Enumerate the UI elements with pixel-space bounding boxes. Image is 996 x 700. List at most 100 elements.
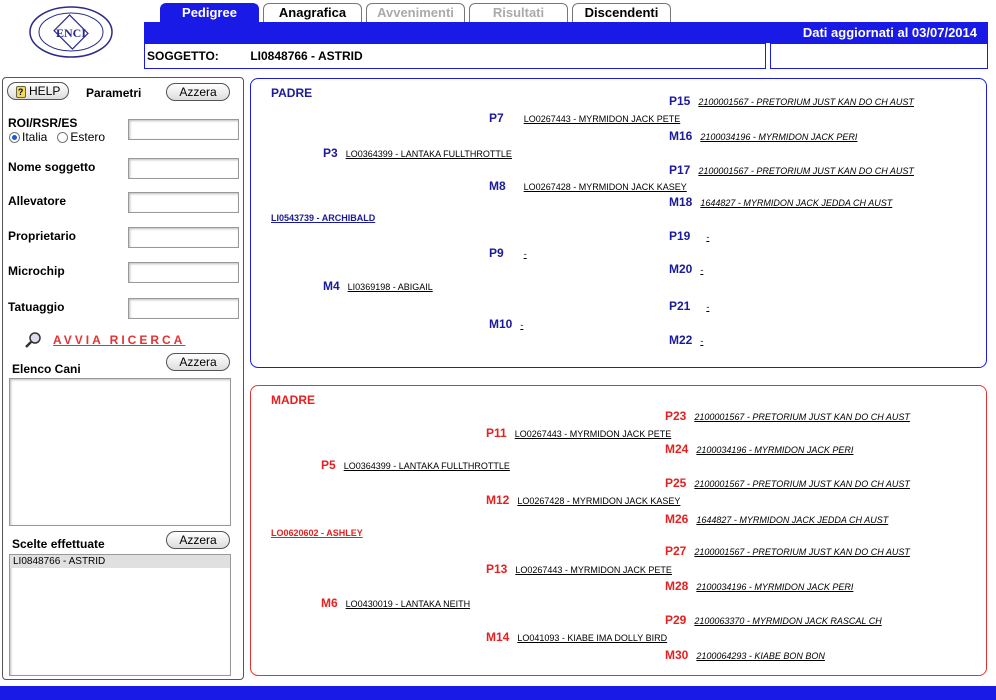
- dog-link-m24[interactable]: 2100034196 - MYRMIDON JACK PERI: [696, 445, 853, 455]
- tab-bar: Pedigree Anagrafica Avvenimenti Risultat…: [160, 3, 671, 22]
- subject-extra-box: [770, 43, 988, 69]
- code-p25: P25: [665, 476, 687, 490]
- dog-link-p3[interactable]: LO0364399 - LANTAKA FULLTHROTTLE: [346, 149, 512, 159]
- allevatore-input[interactable]: [128, 192, 239, 213]
- padre-panel: PADRE LI0543739 - ARCHIBALD P3 LO0364399 …: [250, 78, 987, 368]
- azzera-scelte-button[interactable]: Azzera: [166, 531, 230, 549]
- dog-link-p17[interactable]: 2100001567 - PRETORIUM JUST KAN DO CH AU…: [698, 166, 914, 176]
- microchip-input[interactable]: [128, 262, 239, 283]
- dog-link-m28[interactable]: 2100034196 - MYRMIDON JACK PERI: [696, 582, 853, 592]
- dog-link-m22[interactable]: -: [700, 336, 703, 346]
- code-p3: P3: [323, 146, 338, 160]
- enci-logo: ENCI: [28, 4, 114, 60]
- elenco-cani-list[interactable]: [9, 378, 231, 526]
- dog-link-p11[interactable]: LO0267443 - MYRMIDON JACK PETE: [515, 429, 672, 439]
- code-m14: M14: [486, 630, 510, 644]
- nome-soggetto-label: Nome soggetto: [8, 160, 96, 174]
- help-button[interactable]: ? HELP: [7, 82, 69, 100]
- dog-link-p21[interactable]: -: [706, 302, 709, 312]
- code-m12: M12: [486, 493, 510, 507]
- code-p19: P19: [669, 229, 691, 243]
- tatuaggio-input[interactable]: [128, 298, 239, 319]
- avvia-ricerca-link[interactable]: AVVIA RICERCA: [53, 333, 185, 347]
- madre-panel: MADRE LO0620602 - ASHLEY P5 LO0364399 - L…: [250, 385, 987, 676]
- code-p5: P5: [321, 458, 336, 472]
- tab-pedigree[interactable]: Pedigree: [160, 3, 259, 22]
- code-p17: P17: [669, 163, 691, 177]
- dog-link-p25[interactable]: 2100001567 - PRETORIUM JUST KAN DO CH AU…: [694, 479, 910, 489]
- madre-title: MADRE: [271, 393, 315, 407]
- padre-root-link[interactable]: LI0543739 - ARCHIBALD: [271, 213, 375, 223]
- dog-link-p13[interactable]: LO0267443 - MYRMIDON JACK PETE: [515, 565, 672, 575]
- search-panel: ? HELP Parametri Azzera ROI/RSR/ES Itali…: [2, 77, 244, 680]
- code-p21: P21: [669, 299, 691, 313]
- elenco-cani-label: Elenco Cani: [12, 362, 81, 376]
- nome-soggetto-input[interactable]: [128, 158, 239, 179]
- microchip-label: Microchip: [8, 264, 65, 278]
- radio-italia-label: Italia: [22, 130, 48, 144]
- dog-link-p7[interactable]: LO0267443 - MYRMIDON JACK PETE: [524, 114, 681, 124]
- code-p27: P27: [665, 544, 687, 558]
- code-m20: M20: [669, 262, 693, 276]
- proprietario-input[interactable]: [128, 227, 239, 248]
- dog-link-p23[interactable]: 2100001567 - PRETORIUM JUST KAN DO CH AU…: [694, 412, 910, 422]
- dog-link-p27[interactable]: 2100001567 - PRETORIUM JUST KAN DO CH AU…: [694, 547, 910, 557]
- azzera-elenco-button[interactable]: Azzera: [166, 353, 230, 371]
- dog-link-m8[interactable]: LO0267428 - MYRMIDON JACK KASEY: [524, 182, 687, 192]
- code-p11: P11: [486, 426, 507, 440]
- radio-estero[interactable]: [57, 131, 69, 143]
- roi-input[interactable]: [128, 119, 239, 140]
- scelte-list[interactable]: LI0848766 - ASTRID: [9, 554, 231, 676]
- subject-label: SOGGETTO:: [147, 49, 219, 63]
- code-m10: M10: [489, 317, 513, 331]
- tab-discendenti[interactable]: Discendenti: [572, 3, 671, 22]
- magnifier-icon[interactable]: [25, 331, 43, 354]
- subject-value: LI0848766 - ASTRID: [250, 49, 363, 63]
- tab-risultati[interactable]: Risultati: [469, 3, 568, 22]
- parametri-label: Parametri: [86, 86, 142, 100]
- code-p23: P23: [665, 409, 687, 423]
- footer-bar: [0, 686, 996, 700]
- code-p15: P15: [669, 94, 691, 108]
- dog-link-p29[interactable]: 2100063370 - MYRMIDON JACK RASCAL CH: [694, 616, 881, 626]
- code-m26: M26: [665, 512, 689, 526]
- proprietario-label: Proprietario: [8, 229, 77, 243]
- padre-title: PADRE: [271, 86, 313, 100]
- radio-italia[interactable]: [9, 131, 20, 143]
- dog-link-p9[interactable]: -: [524, 249, 527, 259]
- dog-link-m20[interactable]: -: [700, 265, 703, 275]
- madre-root-link[interactable]: LO0620602 - ASHLEY: [271, 528, 363, 538]
- code-m24: M24: [665, 442, 689, 456]
- code-m22: M22: [669, 333, 693, 347]
- update-bar: Dati aggiornati al 03/07/2014: [144, 22, 988, 43]
- dog-link-p5[interactable]: LO0364399 - LANTAKA FULLTHROTTLE: [344, 461, 510, 471]
- code-m4: M4: [323, 279, 340, 293]
- question-icon: ?: [15, 86, 26, 98]
- code-p13: P13: [486, 562, 508, 576]
- origin-radio-group: Italia Estero: [9, 130, 105, 144]
- dog-link-m12[interactable]: LO0267428 - MYRMIDON JACK KASEY: [517, 496, 680, 506]
- code-m6: M6: [321, 596, 338, 610]
- dog-link-m18[interactable]: 1644827 - MYRMIDON JACK JEDDA CH AUST: [700, 198, 892, 208]
- dog-link-m4[interactable]: LI0369198 - ABIGAIL: [348, 282, 433, 292]
- code-m8: M8: [489, 179, 506, 193]
- dog-link-m16[interactable]: 2100034196 - MYRMIDON JACK PERI: [700, 132, 857, 142]
- code-m18: M18: [669, 195, 693, 209]
- dog-link-m26[interactable]: 1644827 - MYRMIDON JACK JEDDA CH AUST: [696, 515, 888, 525]
- dog-link-m10[interactable]: -: [520, 320, 523, 330]
- code-p9: P9: [489, 246, 504, 260]
- dog-link-m30[interactable]: 2100064293 - KIABE BON BON: [696, 651, 825, 661]
- dog-link-p19[interactable]: -: [706, 232, 709, 242]
- list-item[interactable]: LI0848766 - ASTRID: [10, 555, 230, 568]
- tab-avvenimenti[interactable]: Avvenimenti: [366, 3, 465, 22]
- dog-link-m6[interactable]: LO0430019 - LANTAKA NEITH: [346, 599, 470, 609]
- code-p7: P7: [489, 111, 504, 125]
- radio-estero-label: Estero: [70, 130, 106, 144]
- subject-box: SOGGETTO: LI0848766 - ASTRID: [144, 43, 766, 69]
- code-m16: M16: [669, 129, 693, 143]
- dog-link-p15[interactable]: 2100001567 - PRETORIUM JUST KAN DO CH AU…: [698, 97, 914, 107]
- code-p29: P29: [665, 613, 687, 627]
- azzera-parametri-button[interactable]: Azzera: [166, 83, 230, 101]
- tab-anagrafica[interactable]: Anagrafica: [263, 3, 362, 22]
- dog-link-m14[interactable]: LO041093 - KIABE IMA DOLLY BIRD: [517, 633, 667, 643]
